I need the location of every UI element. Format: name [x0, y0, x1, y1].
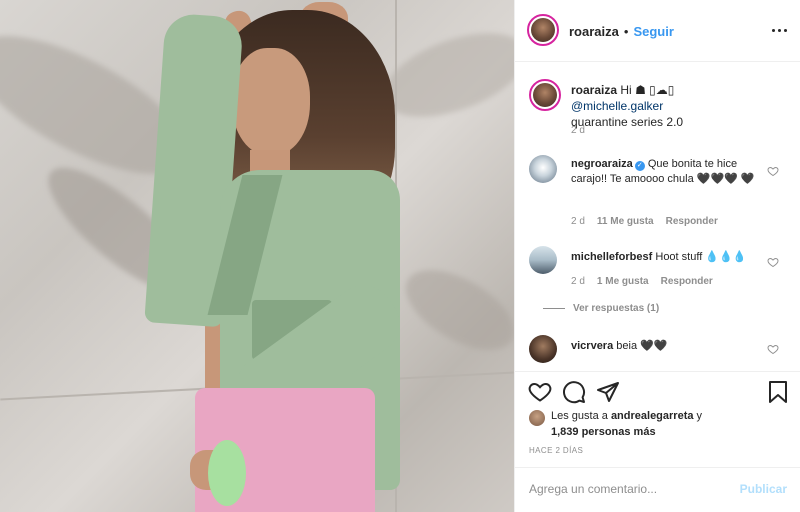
comment-username[interactable]: negroaraiza	[571, 158, 633, 170]
author-username[interactable]: roaraiza	[569, 24, 619, 39]
comment-text: beia	[616, 340, 638, 352]
comment-emoji: 🖤🖤🖤 🖤	[696, 173, 755, 185]
follow-button[interactable]: Seguir	[633, 24, 673, 39]
comment-item: negroaraiza ✓ Que bonita te hice carajo!!…	[529, 155, 789, 235]
view-replies-button[interactable]: Ver respuestas (1)	[543, 303, 659, 314]
reply-button[interactable]: Responder	[666, 216, 718, 227]
caption-text: Hi	[620, 83, 632, 97]
author-avatar[interactable]	[527, 14, 559, 46]
post-timestamp[interactable]: HACE 2 DÍAS	[529, 446, 583, 455]
caption-emoji: ☗ ▯☁▯	[635, 83, 675, 97]
comment-like-heart-icon[interactable]	[767, 343, 779, 355]
caption-username[interactable]: roaraiza	[571, 83, 617, 97]
heart-icon[interactable]	[528, 380, 552, 404]
comment-likes[interactable]: 1 Me gusta	[597, 276, 649, 287]
commenter-avatar[interactable]	[529, 335, 557, 363]
comment-item: vicrvera beia 🖤🖤	[529, 335, 789, 371]
post-header: roaraiza • Seguir	[515, 0, 800, 62]
comment-emoji: 💧💧💧	[705, 251, 747, 263]
comments-list: roaraiza Hi ☗ ▯☁▯ @michelle.galker quara…	[515, 63, 800, 371]
comment-like-heart-icon[interactable]	[767, 256, 779, 268]
comment-icon[interactable]	[562, 380, 586, 404]
caption-avatar[interactable]	[529, 79, 561, 111]
marble-texture	[393, 254, 514, 366]
bookmark-icon[interactable]	[766, 380, 790, 404]
comment-likes[interactable]: 11 Me gusta	[597, 216, 654, 227]
separator: •	[623, 24, 629, 39]
liker-username[interactable]: andrealegarreta	[611, 410, 694, 422]
comment-username[interactable]: vicrvera	[571, 340, 613, 352]
comment-item: michelleforbesf Hoot stuff 💧💧💧 2 d 1 Me …	[529, 246, 789, 326]
comment-time[interactable]: 2 d	[571, 216, 585, 227]
action-bar	[515, 371, 800, 411]
verified-badge-icon: ✓	[634, 161, 645, 171]
comment-text: Hoot stuff	[655, 251, 703, 263]
more-options-icon[interactable]	[769, 22, 789, 38]
comment-like-heart-icon[interactable]	[767, 165, 779, 177]
view-replies-label: Ver respuestas (1)	[573, 303, 660, 314]
post-comment-button[interactable]: Publicar	[740, 482, 787, 496]
reply-button[interactable]: Responder	[661, 276, 713, 287]
caption-line2: quarantine series 2.0	[571, 115, 684, 129]
comment-input[interactable]	[529, 482, 729, 496]
commenter-avatar[interactable]	[529, 246, 557, 274]
replies-divider	[543, 308, 565, 309]
commenter-avatar[interactable]	[529, 155, 557, 183]
comment-time[interactable]: 2 d	[571, 276, 585, 287]
green-scrunchie	[208, 440, 246, 506]
share-icon[interactable]	[596, 380, 620, 404]
caption: roaraiza Hi ☗ ▯☁▯ @michelle.galker quara…	[529, 77, 789, 143]
post-sidebar: roaraiza • Seguir roaraiza Hi ☗ ▯☁▯ @mic…	[514, 0, 800, 512]
face	[232, 48, 310, 156]
likes-count[interactable]: 1,839 personas más	[551, 426, 656, 438]
add-comment-bar: Publicar	[515, 467, 800, 512]
comment-username[interactable]: michelleforbesf	[571, 251, 652, 263]
likes-prefix: Les gusta a	[551, 410, 608, 422]
liker-avatar[interactable]	[529, 410, 545, 426]
mention-link[interactable]: @michelle.galker	[571, 99, 663, 113]
post-photo[interactable]	[0, 0, 514, 512]
comment-emoji: 🖤🖤	[640, 340, 668, 352]
likes-joiner: y	[696, 410, 703, 422]
caption-time[interactable]: 2 d	[571, 125, 585, 136]
